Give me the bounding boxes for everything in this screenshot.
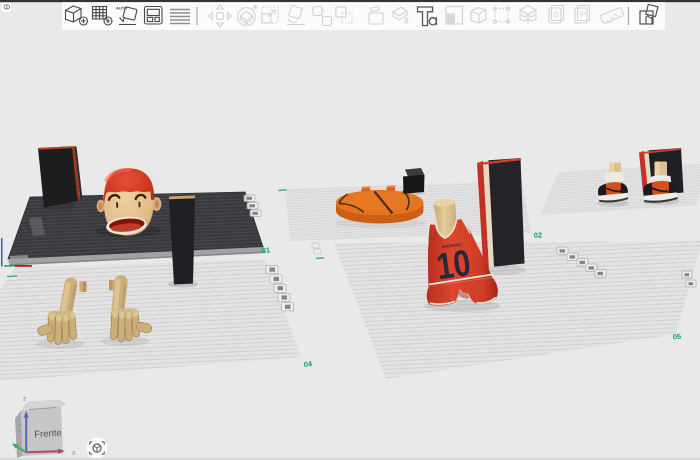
svg-text:x: x: [72, 450, 76, 457]
svg-text:P: P: [580, 10, 586, 20]
svg-text:01: 01: [262, 245, 271, 255]
svg-text:05: 05: [672, 332, 681, 342]
svg-text:04: 04: [303, 359, 313, 369]
svg-text:z: z: [23, 397, 26, 403]
svg-text:02: 02: [534, 230, 543, 240]
svg-text:0: 0: [554, 10, 559, 20]
svg-text:Frente: Frente: [34, 428, 62, 441]
